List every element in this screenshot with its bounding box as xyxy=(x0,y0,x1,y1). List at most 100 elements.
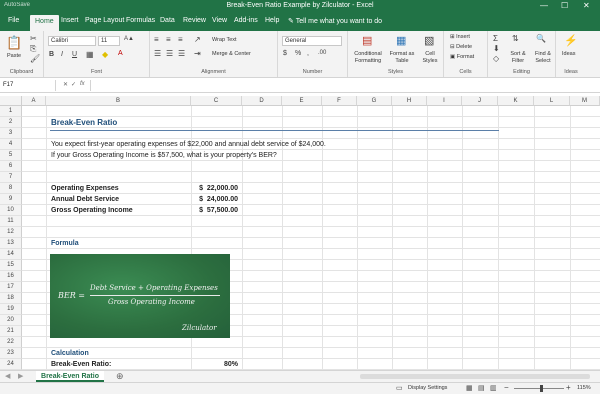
zoom-in-icon[interactable]: + xyxy=(566,383,571,392)
tab-help[interactable]: Help xyxy=(265,17,279,24)
fill-icon[interactable]: ⬇ xyxy=(493,44,500,53)
enter-icon[interactable]: ✓ xyxy=(71,81,76,88)
cancel-icon[interactable]: ✕ xyxy=(63,81,68,88)
row-header[interactable]: 22 xyxy=(0,337,22,348)
decimal-icon[interactable]: .00 xyxy=(318,50,326,56)
column-header-d[interactable]: D xyxy=(242,96,282,106)
row-header[interactable]: 20 xyxy=(0,315,22,326)
tab-add-ins[interactable]: Add-ins xyxy=(234,17,258,24)
orientation-icon[interactable]: ↗ xyxy=(194,35,201,44)
close-button[interactable]: ✕ xyxy=(583,1,590,10)
minimize-button[interactable]: — xyxy=(540,1,548,10)
row-header[interactable]: 6 xyxy=(0,161,22,172)
currency-icon[interactable]: $ xyxy=(283,50,287,57)
font-size-select[interactable]: 11 xyxy=(98,36,120,46)
tab-formulas[interactable]: Formulas xyxy=(126,17,155,24)
comma-icon[interactable]: , xyxy=(307,50,309,57)
row-header[interactable]: 10 xyxy=(0,205,22,216)
display-settings-button[interactable]: Display Settings xyxy=(408,385,447,391)
row-header[interactable]: 19 xyxy=(0,304,22,315)
horizontal-scrollbar[interactable] xyxy=(360,374,590,379)
column-header-f[interactable]: F xyxy=(322,96,357,106)
row-header[interactable]: 7 xyxy=(0,172,22,183)
row-header[interactable]: 14 xyxy=(0,249,22,260)
column-header-m[interactable]: M xyxy=(570,96,600,106)
format-cells-button[interactable]: ▣ Format xyxy=(450,54,474,60)
zoom-slider-thumb[interactable] xyxy=(540,385,543,392)
paste-button[interactable]: Paste xyxy=(7,53,21,59)
sort-filter-button[interactable]: Sort & Filter xyxy=(507,51,529,65)
row-header[interactable]: 1 xyxy=(0,106,22,117)
cut-icon[interactable]: ✂ xyxy=(30,34,37,43)
italic-icon[interactable]: I xyxy=(61,51,63,58)
delete-cells-button[interactable]: ⊟ Delete xyxy=(450,44,472,50)
row-header[interactable]: 17 xyxy=(0,282,22,293)
page-layout-view-icon[interactable]: ▤ xyxy=(478,384,485,392)
borders-icon[interactable]: ▦ xyxy=(86,50,94,59)
row-header[interactable]: 24 xyxy=(0,359,22,370)
ideas-button[interactable]: Ideas xyxy=(562,51,575,57)
percent-icon[interactable]: % xyxy=(295,50,301,57)
column-header-h[interactable]: H xyxy=(392,96,427,106)
scroll-left-icon[interactable]: ◀ xyxy=(5,372,10,380)
name-box[interactable]: F17 xyxy=(0,80,56,91)
page-break-view-icon[interactable]: ▥ xyxy=(490,384,497,392)
font-color-icon[interactable]: A xyxy=(118,50,123,57)
row-header[interactable]: 16 xyxy=(0,271,22,282)
top-align-icon[interactable]: ≡ xyxy=(154,35,159,44)
row-header[interactable]: 9 xyxy=(0,194,22,205)
zoom-out-icon[interactable]: − xyxy=(504,383,509,392)
wrap-text-button[interactable]: Wrap Text xyxy=(212,37,237,43)
align-center-icon[interactable]: ☰ xyxy=(166,49,173,58)
normal-view-icon[interactable]: ▦ xyxy=(466,384,473,392)
font-name-select[interactable]: Calibri xyxy=(48,36,96,46)
sheet-tab-break-even-ratio[interactable]: Break-Even Ratio xyxy=(36,371,104,382)
grow-font-icon[interactable]: A▲ xyxy=(124,36,134,42)
conditional-formatting-button[interactable]: Conditional Formatting xyxy=(351,51,385,65)
tab-home[interactable]: Home xyxy=(30,15,59,31)
column-header-l[interactable]: L xyxy=(534,96,570,106)
format-painter-icon[interactable]: 🖌 xyxy=(30,54,40,63)
column-header-g[interactable]: G xyxy=(357,96,392,106)
row-header[interactable]: 13 xyxy=(0,238,22,249)
add-sheet-icon[interactable]: ⊕ xyxy=(116,371,124,382)
column-header-k[interactable]: K xyxy=(498,96,534,106)
row-header[interactable]: 4 xyxy=(0,139,22,150)
find-select-button[interactable]: Find & Select xyxy=(531,51,555,65)
select-all-corner[interactable] xyxy=(0,96,22,106)
cell-styles-button[interactable]: Cell Styles xyxy=(420,51,440,65)
column-header-a[interactable]: A xyxy=(22,96,46,106)
scroll-right-icon[interactable]: ▶ xyxy=(18,372,23,380)
row-header[interactable]: 23 xyxy=(0,348,22,359)
fill-color-icon[interactable]: ◆ xyxy=(102,50,108,59)
column-header-b[interactable]: B xyxy=(46,96,191,106)
function-icon[interactable]: fx xyxy=(80,81,85,87)
formula-input[interactable] xyxy=(90,80,598,91)
align-left-icon[interactable]: ☰ xyxy=(154,49,161,58)
tab-insert[interactable]: Insert xyxy=(61,17,79,24)
column-header-c[interactable]: C xyxy=(191,96,242,106)
tab-data[interactable]: Data xyxy=(160,17,175,24)
row-header[interactable]: 12 xyxy=(0,227,22,238)
column-header-e[interactable]: E xyxy=(282,96,322,106)
row-header[interactable]: 8 xyxy=(0,183,22,194)
autosum-icon[interactable]: Σ xyxy=(493,34,498,43)
clear-icon[interactable]: ◇ xyxy=(493,54,499,63)
format-as-table-button[interactable]: Format as Table xyxy=(388,51,416,65)
underline-icon[interactable]: U xyxy=(72,51,77,58)
zoom-level[interactable]: 115% xyxy=(577,385,591,391)
tab-page-layout[interactable]: Page Layout xyxy=(85,17,124,24)
row-header[interactable]: 2 xyxy=(0,117,22,128)
insert-cells-button[interactable]: ⊞ Insert xyxy=(450,34,470,40)
number-format-select[interactable]: General xyxy=(282,36,342,46)
row-header[interactable]: 18 xyxy=(0,293,22,304)
tab-review[interactable]: Review xyxy=(183,17,206,24)
bold-icon[interactable]: B xyxy=(49,51,54,58)
maximize-button[interactable]: ☐ xyxy=(561,1,568,10)
bottom-align-icon[interactable]: ≡ xyxy=(178,35,183,44)
merge-center-button[interactable]: Merge & Center xyxy=(212,51,251,57)
row-header[interactable]: 11 xyxy=(0,216,22,227)
zoom-slider[interactable] xyxy=(514,388,564,389)
tab-file[interactable]: File xyxy=(8,17,19,24)
tab-view[interactable]: View xyxy=(212,17,227,24)
